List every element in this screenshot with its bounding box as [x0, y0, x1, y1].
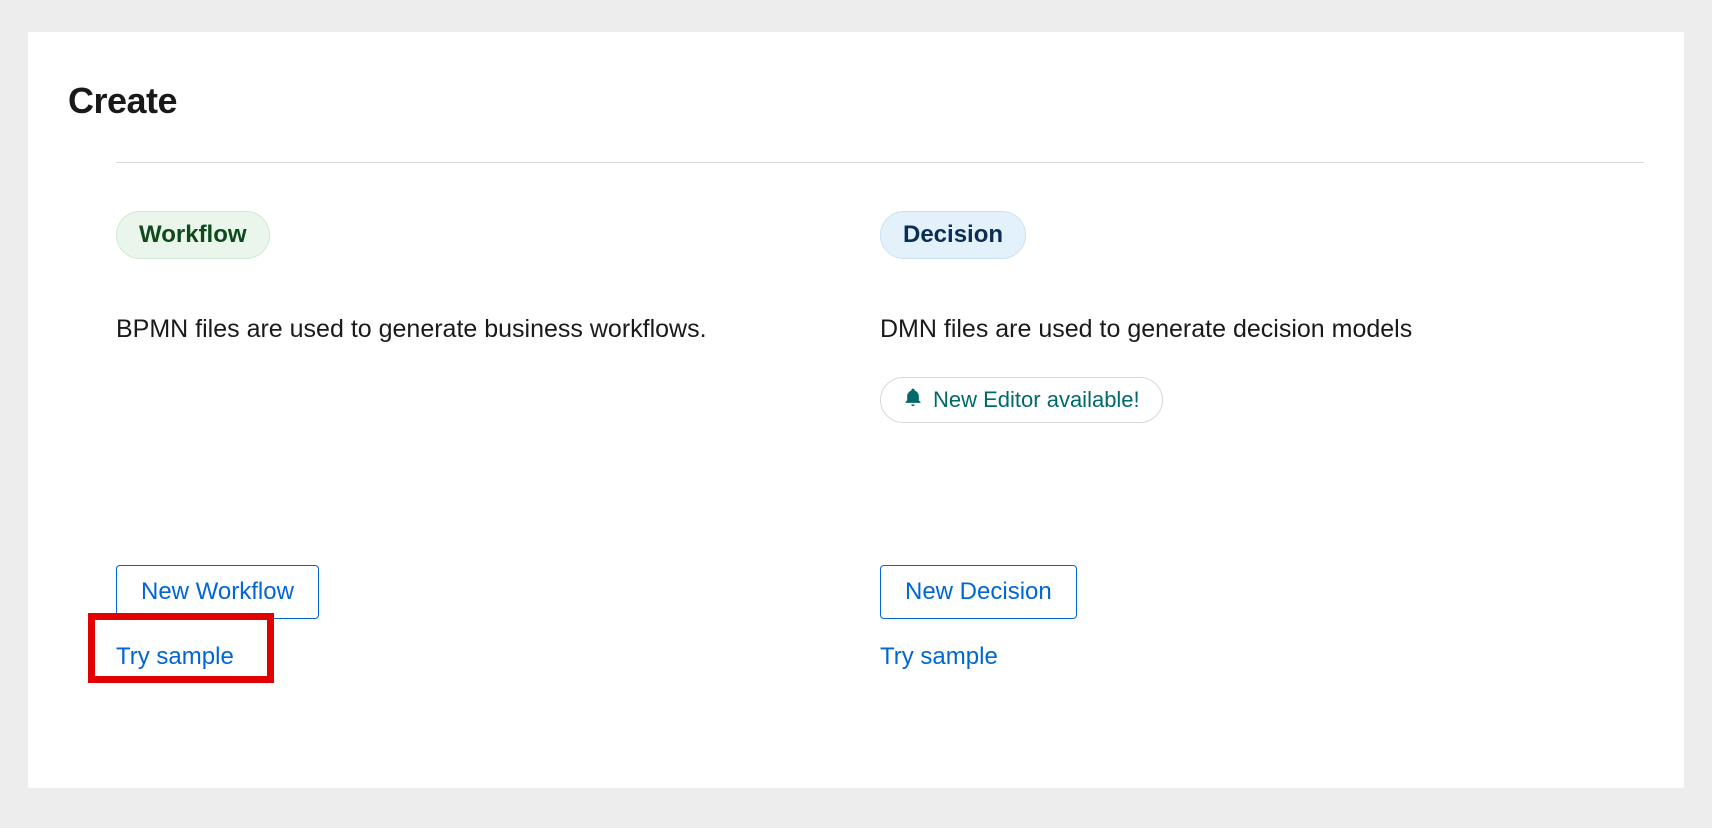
- new-editor-notice[interactable]: New Editor available!: [880, 377, 1163, 423]
- columns: Workflow BPMN files are used to generate…: [116, 211, 1644, 671]
- divider: [116, 162, 1644, 163]
- workflow-tag: Workflow: [116, 211, 270, 259]
- page-title: Create: [68, 80, 1644, 122]
- bell-icon: [903, 386, 923, 414]
- create-card: Create Workflow BPMN files are used to g…: [28, 32, 1684, 788]
- decision-tag: Decision: [880, 211, 1026, 259]
- workflow-actions: New Workflow Try sample: [116, 565, 880, 671]
- workflow-column: Workflow BPMN files are used to generate…: [116, 211, 880, 671]
- decision-actions: New Decision Try sample: [880, 565, 1644, 671]
- workflow-description: BPMN files are used to generate business…: [116, 311, 716, 349]
- decision-try-sample-link[interactable]: Try sample: [880, 643, 998, 671]
- try-sample-highlight-wrap: Try sample: [116, 619, 234, 671]
- workflow-try-sample-link[interactable]: Try sample: [116, 643, 234, 671]
- decision-column: Decision DMN files are used to generate …: [880, 211, 1644, 671]
- new-decision-button[interactable]: New Decision: [880, 565, 1077, 619]
- new-workflow-button[interactable]: New Workflow: [116, 565, 319, 619]
- new-editor-notice-text: New Editor available!: [933, 387, 1140, 413]
- decision-description: DMN files are used to generate decision …: [880, 311, 1480, 349]
